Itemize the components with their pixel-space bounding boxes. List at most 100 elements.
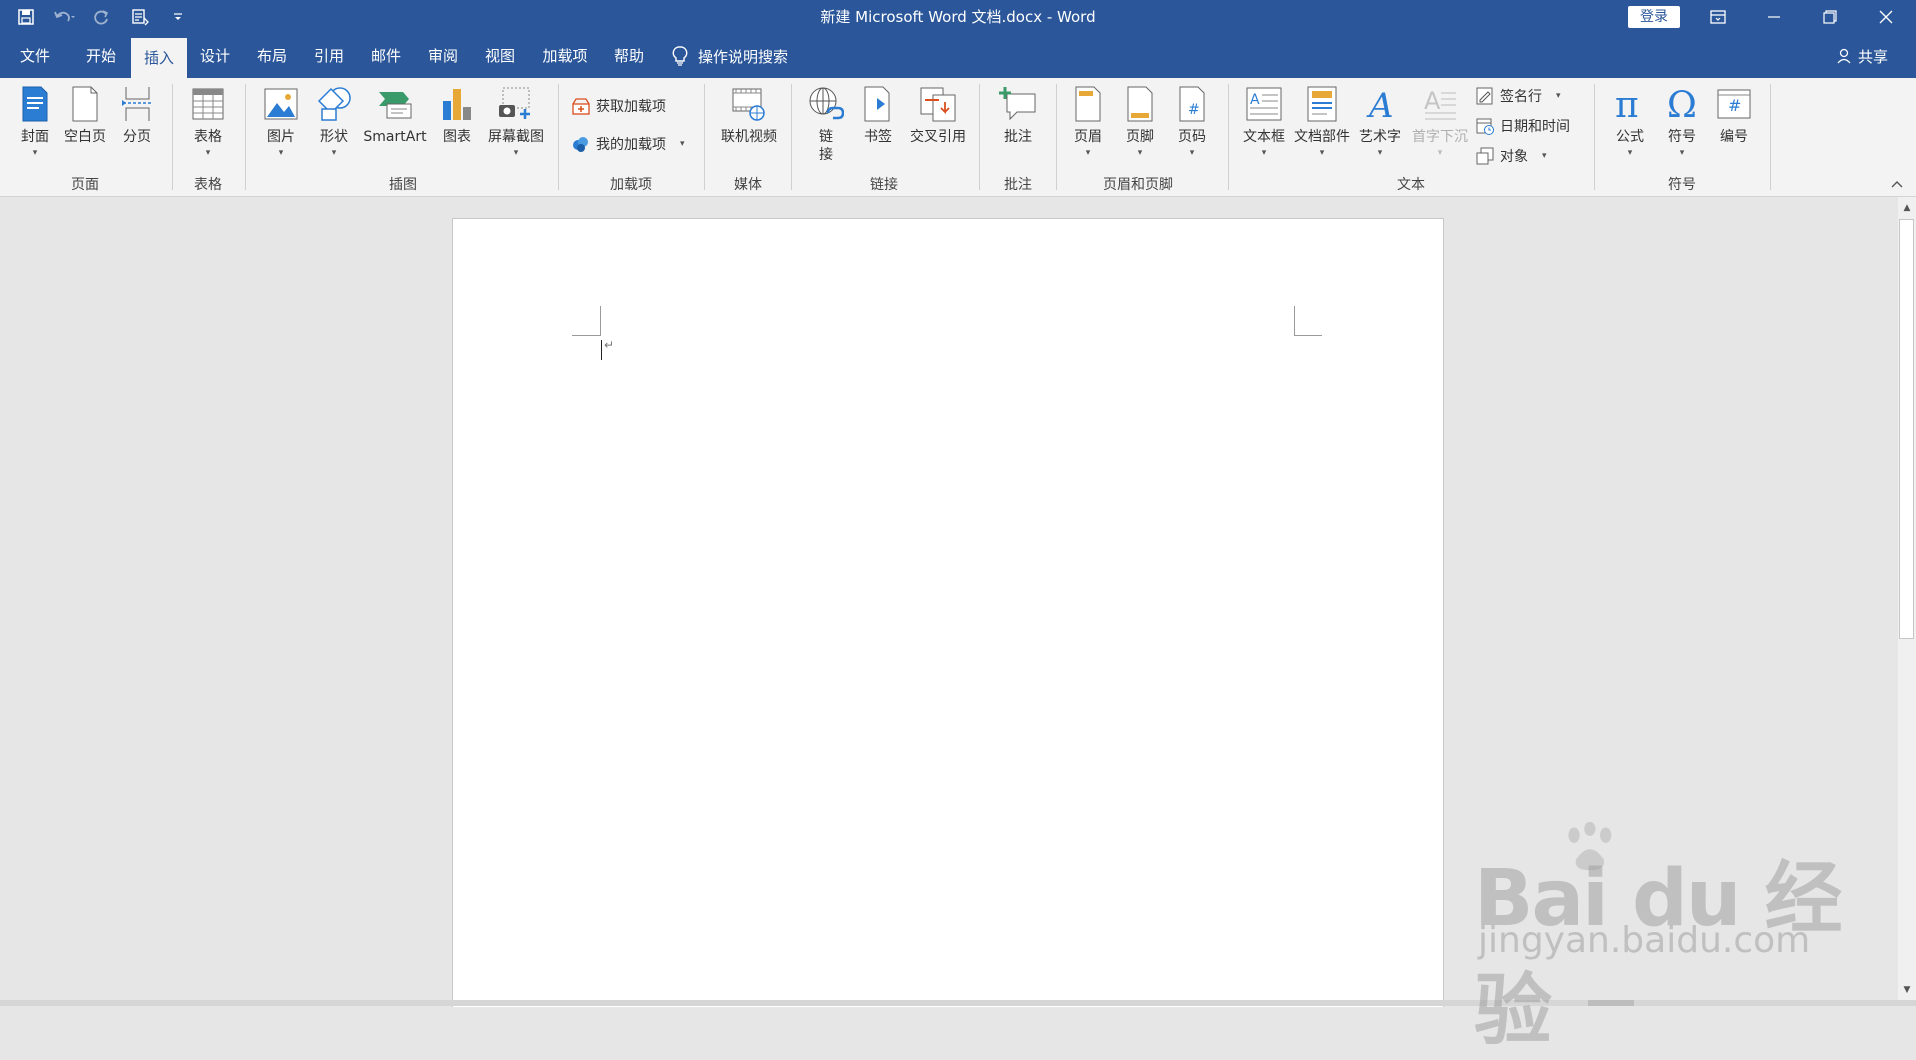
share-button[interactable]: 共享 [1836, 34, 1888, 78]
hyperlink-globe-icon [809, 87, 844, 120]
svg-text:A: A [1250, 92, 1260, 108]
my-addins-button[interactable]: 我的加载项 ▾ [572, 134, 685, 154]
drop-cap-icon: A [1424, 87, 1456, 120]
group-separator [791, 84, 792, 190]
text-box-button[interactable]: A 文本框 ▾ [1240, 84, 1288, 158]
bookmark-button[interactable]: 书签 [858, 84, 898, 146]
equation-button[interactable]: π 公式 ▾ [1608, 84, 1652, 158]
number-icon: # [1717, 89, 1751, 119]
get-addins-button[interactable]: 获取加载项 [572, 96, 666, 116]
title-bar: 新建 Microsoft Word 文档.docx - Word 登录 [0, 0, 1916, 34]
scroll-up-button[interactable]: ▲ [1898, 199, 1916, 217]
chart-button[interactable]: 图表 [436, 84, 478, 146]
omega-icon: Ω [1667, 87, 1697, 121]
save-button[interactable] [14, 5, 38, 29]
blank-page-icon [72, 86, 98, 122]
touch-mode-button[interactable] [128, 5, 152, 29]
table-icon [192, 88, 224, 120]
drop-cap-button[interactable]: A 首字下沉 ▾ [1408, 84, 1472, 158]
symbol-button[interactable]: Ω 符号 ▾ [1660, 84, 1704, 158]
tab-help[interactable]: 帮助 [602, 34, 656, 78]
minimize-button[interactable] [1746, 0, 1802, 34]
undo-icon [54, 11, 75, 22]
paragraph-mark: ↵ [604, 338, 615, 352]
tab-home[interactable]: 开始 [74, 34, 128, 78]
customize-qat-button[interactable] [166, 5, 190, 29]
quick-parts-icon [1307, 86, 1337, 122]
screenshot-button[interactable]: 屏幕截图 ▾ [482, 84, 550, 158]
picture-icon [264, 88, 298, 120]
number-button[interactable]: # 编号 [1712, 84, 1756, 146]
group-label-links: 链接 [870, 177, 898, 193]
ribbon-tab-bar: 文件 开始 插入 设计 布局 引用 邮件 审阅 视图 加载项 帮助 操作说明搜索… [0, 34, 1916, 78]
signature-line-button[interactable]: 签名行 ▾ [1476, 86, 1561, 106]
document-page[interactable] [452, 218, 1444, 1007]
smartart-icon [379, 92, 412, 119]
close-button[interactable] [1858, 0, 1914, 34]
tab-file[interactable]: 文件 [8, 34, 62, 78]
tab-layout[interactable]: 布局 [244, 34, 300, 78]
calendar-clock-icon [1476, 118, 1494, 135]
tab-mailings[interactable]: 邮件 [358, 34, 414, 78]
link-button[interactable]: 链接 [806, 84, 846, 164]
close-icon [1879, 10, 1893, 24]
restore-icon [1823, 10, 1837, 24]
page-number-button[interactable]: # 页码 ▾ [1172, 84, 1212, 158]
group-separator [558, 84, 559, 190]
table-button[interactable]: 表格 ▾ [186, 84, 230, 158]
redo-button[interactable] [90, 5, 114, 29]
smartart-button[interactable]: SmartArt [360, 84, 430, 146]
ribbon-display-options-button[interactable] [1690, 0, 1746, 34]
cross-reference-button[interactable]: 交叉引用 [906, 84, 970, 146]
tab-design[interactable]: 设计 [188, 34, 242, 78]
header-button[interactable]: 页眉 ▾ [1068, 84, 1108, 158]
shapes-button[interactable]: 形状 ▾ [312, 84, 356, 158]
pictures-button[interactable]: 图片 ▾ [260, 84, 302, 158]
blank-page-button[interactable]: 空白页 [60, 84, 110, 146]
tab-references[interactable]: 引用 [302, 34, 356, 78]
group-separator [704, 84, 705, 190]
group-label-media: 媒体 [734, 177, 762, 193]
tell-me-label: 操作说明搜索 [698, 47, 789, 66]
group-label-comments: 批注 [1004, 177, 1032, 193]
tab-review[interactable]: 审阅 [416, 34, 470, 78]
login-button[interactable]: 登录 [1628, 6, 1680, 28]
new-comment-button[interactable]: 批注 [996, 84, 1040, 146]
tab-insert[interactable]: 插入 [131, 38, 187, 78]
group-separator [1594, 84, 1595, 190]
online-video-button[interactable]: 联机视频 [716, 84, 782, 146]
object-button[interactable]: 对象 ▾ [1476, 146, 1547, 166]
cover-page-icon [22, 86, 48, 122]
cover-page-button[interactable]: 封面 ▾ [14, 84, 56, 158]
group-separator [172, 84, 173, 190]
footer-button[interactable]: 页脚 ▾ [1120, 84, 1160, 158]
bookmark-icon [864, 86, 890, 122]
undo-button[interactable] [52, 5, 76, 29]
watermark-url: jingyan.baidu.com [1478, 920, 1811, 961]
redo-icon [94, 10, 109, 25]
restore-button[interactable] [1802, 0, 1858, 34]
quick-parts-button[interactable]: 文档部件 ▾ [1292, 84, 1352, 158]
save-icon [18, 9, 34, 25]
ribbon-display-icon [1710, 10, 1726, 24]
scrollbar-thumb[interactable] [1899, 219, 1914, 639]
page-break-button[interactable]: 分页 [116, 84, 158, 146]
share-label: 共享 [1858, 47, 1889, 66]
addin-puzzle-icon [573, 137, 588, 152]
text-cursor [601, 340, 602, 360]
tab-view[interactable]: 视图 [472, 34, 528, 78]
group-separator [245, 84, 246, 190]
tab-addins[interactable]: 加载项 [532, 34, 598, 78]
date-time-button[interactable]: 日期和时间 [1476, 116, 1570, 136]
collapse-ribbon-button[interactable] [1890, 178, 1904, 192]
tell-me-search[interactable]: 操作说明搜索 [672, 34, 788, 78]
group-separator [1770, 84, 1771, 190]
comment-icon [999, 87, 1036, 121]
page-break-icon [122, 87, 151, 121]
svg-text:#: # [1728, 96, 1741, 115]
wordart-button[interactable]: A 艺术字 ▾ [1356, 84, 1404, 158]
footer-icon [1127, 86, 1153, 122]
cross-reference-icon [920, 87, 956, 122]
group-separator [979, 84, 980, 190]
group-separator [1228, 84, 1229, 190]
